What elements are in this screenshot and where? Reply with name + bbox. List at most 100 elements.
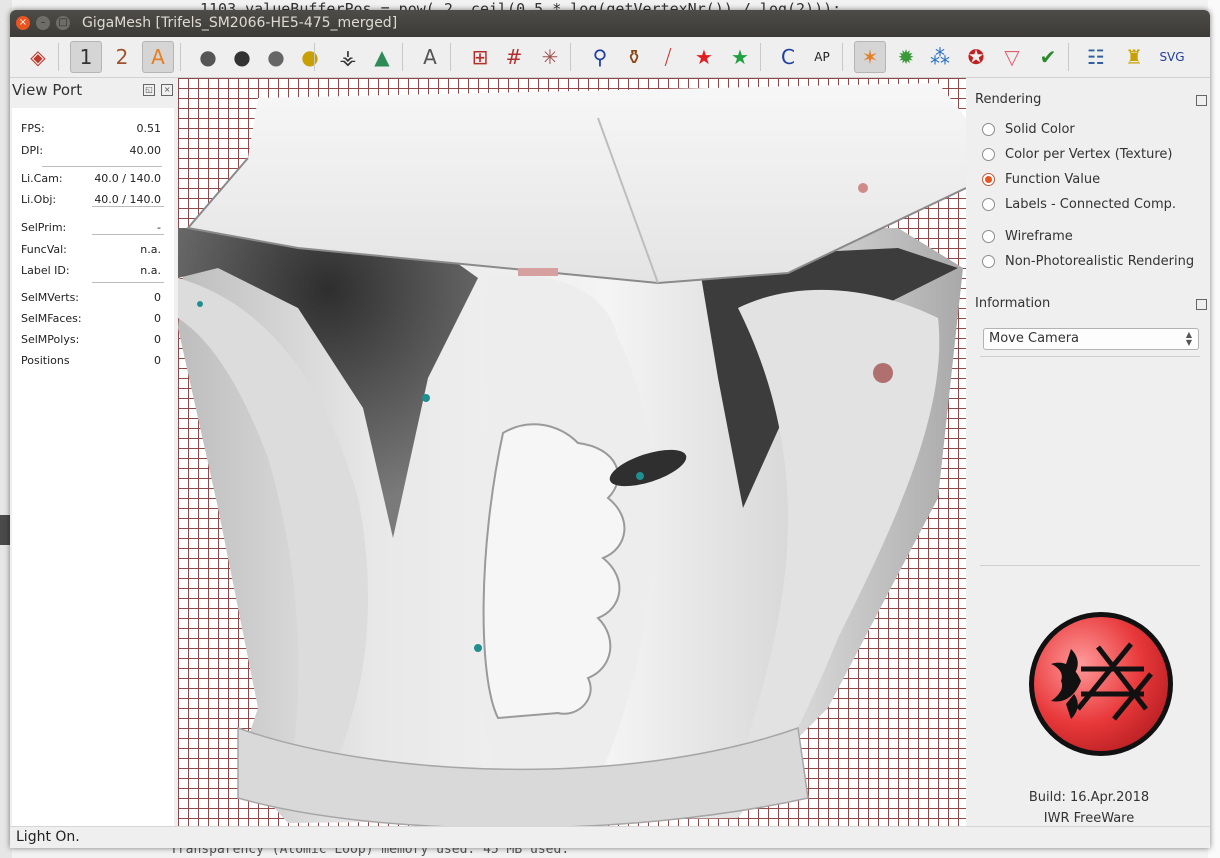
- close-window-button[interactable]: ×: [16, 16, 30, 30]
- blue-dots-icon[interactable]: ⁂: [924, 41, 956, 73]
- maximize-window-button[interactable]: □: [56, 16, 70, 30]
- radio-button[interactable]: [982, 230, 995, 243]
- cup-icon[interactable]: ▽: [996, 41, 1028, 73]
- speck: [858, 183, 868, 193]
- toolbar-separator: [1068, 43, 1069, 71]
- info-value: -: [157, 221, 161, 234]
- material-color-icon[interactable]: ●: [294, 41, 326, 73]
- rendering-title: Rendering: [975, 92, 1042, 107]
- text-a-icon[interactable]: A: [414, 41, 446, 73]
- toolbar-separator: [180, 43, 181, 71]
- float-rendering-dock-icon[interactable]: [1196, 95, 1207, 106]
- close-dock-icon[interactable]: ×: [161, 84, 174, 96]
- slash-icon[interactable]: ⧸: [652, 41, 684, 73]
- render-option-non-photorealistic-rendering[interactable]: Non-Photorealistic Rendering: [982, 254, 1194, 272]
- mouse-mode-select[interactable]: Move Camera ▲ ▼: [983, 328, 1199, 350]
- light-1-icon[interactable]: 1: [70, 41, 102, 73]
- radio-label: Color per Vertex (Texture): [1005, 147, 1173, 162]
- histogram-icon[interactable]: ▲: [366, 41, 398, 73]
- polar-grid-icon[interactable]: ✳: [534, 41, 566, 73]
- material-d-icon[interactable]: ●: [226, 41, 258, 73]
- float-information-dock-icon[interactable]: [1196, 299, 1207, 310]
- grid-plus-icon[interactable]: ⊞: [464, 41, 496, 73]
- info-value: 0: [154, 354, 161, 367]
- float-dock-icon[interactable]: ◱: [143, 84, 155, 96]
- main-toolbar: ◈ 1 2 A ● ● ● ● ⚶ ▲ A ⊞ # ✳ ⚲ ⚱ ⧸ ★ ★ C AP ✶ ✹ ⁂ ✪ ▽ ✔ ☷ ♜ SVG: [10, 37, 1210, 78]
- red-badge-icon[interactable]: ✪: [960, 41, 992, 73]
- info-label: FuncVal:: [21, 243, 67, 256]
- toolbar-separator: [314, 43, 315, 71]
- color-cycle-icon[interactable]: C: [772, 41, 804, 73]
- vase-icon[interactable]: ⚱: [618, 41, 650, 73]
- render-option-labels-connected-comp[interactable]: Labels - Connected Comp.: [982, 197, 1176, 215]
- reset-view-icon[interactable]: ◈: [22, 41, 54, 73]
- info-label: FPS:: [21, 122, 45, 135]
- mouse-mode-value: Move Camera: [989, 331, 1080, 346]
- hat-icon[interactable]: ♜: [1118, 41, 1150, 73]
- magnify-stars-icon[interactable]: ⚲: [584, 41, 616, 73]
- check-plus-icon[interactable]: ✔: [1032, 41, 1064, 73]
- toolbar-separator: [760, 43, 761, 71]
- info-label: DPI:: [21, 144, 44, 157]
- green-badge-icon[interactable]: ✹: [890, 41, 922, 73]
- radio-label: Wireframe: [1005, 229, 1073, 244]
- viewport-dock-title: View Port: [12, 81, 83, 99]
- grid-icon[interactable]: #: [498, 41, 530, 73]
- viewport-dock: View Port ◱ × FPS: 0.51 DPI: 40.00 Li.Cam: 40…: [10, 78, 176, 828]
- info-value: n.a.: [140, 243, 161, 256]
- light-2-icon[interactable]: 2: [106, 41, 138, 73]
- info-label: Label ID:: [21, 264, 70, 277]
- toolbar-separator: [58, 43, 59, 71]
- minimize-window-button[interactable]: –: [36, 16, 50, 30]
- speck: [873, 363, 893, 383]
- radio-button[interactable]: [982, 173, 995, 186]
- settings-panel-icon[interactable]: ☷: [1080, 41, 1112, 73]
- svg-export-icon[interactable]: SVG: [1156, 41, 1188, 73]
- info-separator: [92, 206, 164, 207]
- radio-label: Non-Photorealistic Rendering: [1005, 254, 1195, 269]
- speck: [518, 268, 558, 276]
- info-value: 40.0 / 140.0: [94, 172, 161, 185]
- info-value: n.a.: [140, 264, 161, 277]
- render-option-solid-color[interactable]: Solid Color: [982, 122, 1172, 140]
- info-value: 0: [154, 291, 161, 304]
- info-divider-top: [980, 356, 1200, 357]
- ap-text-icon[interactable]: AP: [806, 41, 838, 73]
- render-option-function-value[interactable]: Function Value: [982, 172, 1172, 190]
- radio-button[interactable]: [982, 255, 995, 268]
- radio-button[interactable]: [982, 123, 995, 136]
- radio-label: Labels - Connected Comp.: [1005, 197, 1177, 212]
- spark-icon[interactable]: ✶: [854, 41, 886, 73]
- info-value: 0.51: [136, 122, 162, 135]
- radio-button[interactable]: [982, 198, 995, 211]
- toolbar-separator: [402, 43, 403, 71]
- window-title: GigaMesh [Trifels_SM2066-HE5-475_merged]: [82, 15, 398, 31]
- info-label: SelMPolys:: [21, 333, 80, 346]
- status-bar: Light On.: [10, 826, 1210, 848]
- combo-arrows-icon: ▲ ▼: [1185, 330, 1192, 347]
- info-separator: [92, 282, 164, 283]
- toolbar-separator: [570, 43, 571, 71]
- speck: [474, 644, 482, 652]
- radio-label: Function Value: [1005, 172, 1101, 187]
- info-separator: [42, 166, 162, 167]
- info-label: Li.Cam:: [21, 172, 63, 185]
- build-license: IWR FreeWare: [1043, 811, 1135, 826]
- light-a-icon[interactable]: A: [142, 41, 174, 73]
- render-option-wireframe[interactable]: Wireframe: [982, 229, 1172, 247]
- 3d-viewport[interactable]: [178, 78, 966, 826]
- red-star-icon[interactable]: ★: [688, 41, 720, 73]
- material-s-icon[interactable]: ●: [260, 41, 292, 73]
- mesh-render: [178, 83, 966, 826]
- information-title: Information: [975, 296, 1051, 311]
- toolbar-separator: [842, 43, 843, 71]
- speck: [197, 301, 203, 307]
- render-option-color-per-vertex-texture[interactable]: Color per Vertex (Texture): [982, 147, 1172, 165]
- info-label: SelMVerts:: [21, 291, 80, 304]
- right-dock: Rendering Solid Color Color per Vertex (T…: [968, 78, 1210, 826]
- viewport-dock-buttons: ◱ ×: [140, 84, 174, 96]
- material-m-icon[interactable]: ●: [192, 41, 224, 73]
- green-star-icon[interactable]: ★: [724, 41, 756, 73]
- antenna-icon[interactable]: ⚶: [332, 41, 364, 73]
- radio-button[interactable]: [982, 148, 995, 161]
